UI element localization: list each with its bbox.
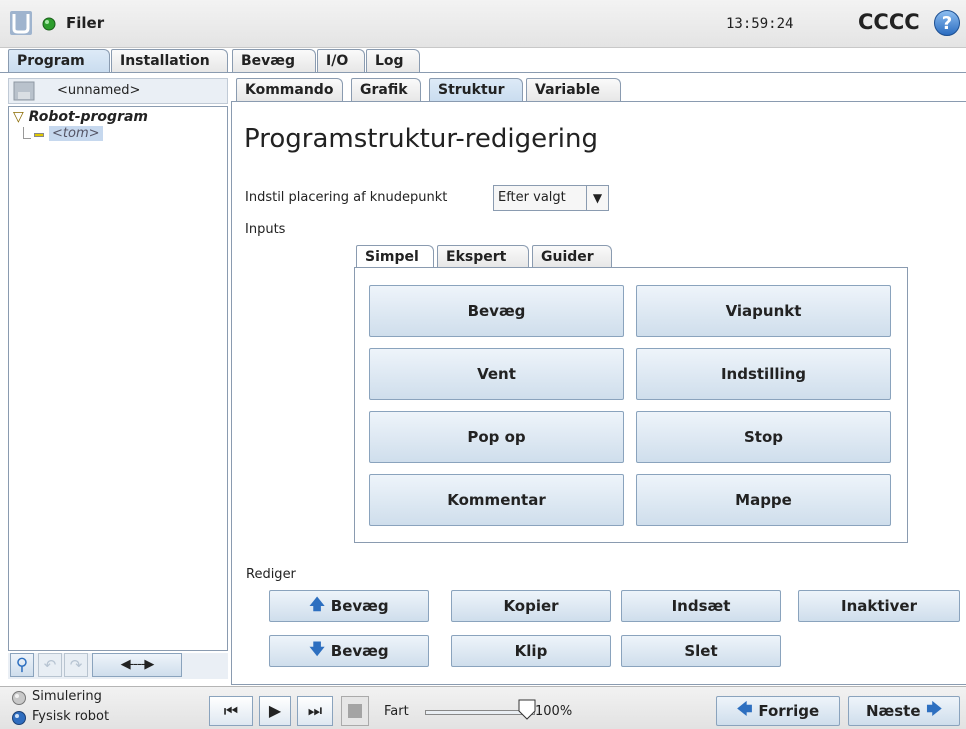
save-icon[interactable] <box>13 81 35 101</box>
status-ok-icon <box>42 17 56 31</box>
delete-button[interactable]: Slet <box>621 635 781 667</box>
speed-value: 100% <box>535 704 573 719</box>
copy-button[interactable]: Kopier <box>451 590 611 622</box>
arrow-up-icon: 🡅 <box>309 594 325 613</box>
next-button[interactable]: Næste 🡆 <box>848 696 960 726</box>
cut-button[interactable]: Klip <box>451 635 611 667</box>
file-name-bar: <unnamed> <box>8 78 228 104</box>
arrow-down-icon: 🡇 <box>309 639 325 658</box>
play-icon[interactable]: ▶ <box>259 696 291 726</box>
tree-toolbar: ⚲ ↶ ↷ ◀----▶ <box>8 653 228 679</box>
simple-commands-panel: Bevæg Viapunkt Vent Indstilling Pop op S… <box>354 267 908 543</box>
redo-icon[interactable]: ↷ <box>64 653 88 677</box>
move-button[interactable]: Bevæg <box>369 285 624 337</box>
physical-robot-radio-icon[interactable] <box>11 710 27 726</box>
physical-robot-label[interactable]: Fysisk robot <box>32 709 109 724</box>
structure-editor: Programstruktur-redigering Indstil place… <box>231 101 966 685</box>
tab-io[interactable]: I/O <box>317 49 365 73</box>
search-icon[interactable]: ⚲ <box>10 653 34 677</box>
arrow-right-icon: 🡆 <box>926 699 943 718</box>
ur-logo-icon <box>10 11 32 35</box>
tab-move[interactable]: Bevæg <box>232 49 316 73</box>
popup-button[interactable]: Pop op <box>369 411 624 463</box>
arrow-left-icon: 🡄 <box>736 699 753 718</box>
next-label: Næste <box>865 702 921 720</box>
tree-root[interactable]: ▽ Robot-program <box>13 109 148 125</box>
help-button[interactable]: ? <box>934 10 960 36</box>
move-down-button[interactable]: 🡇 Bevæg <box>269 635 429 667</box>
expand-triangle-icon[interactable]: ▽ <box>13 109 24 125</box>
simulation-label[interactable]: Simulering <box>32 689 102 704</box>
title-bar: Filer 13:59:24 CCCC ? <box>0 0 966 48</box>
bottom-bar: Simulering Fysisk robot ⏮ ▶ ⏭ Fart 100% … <box>0 686 966 729</box>
user-name: CCCC <box>858 10 920 34</box>
tab-wizards[interactable]: Guider <box>532 245 612 268</box>
clock: 13:59:24 <box>726 16 794 32</box>
tab-installation[interactable]: Installation <box>111 49 228 73</box>
tree-root-label: Robot-program <box>28 109 149 125</box>
skip-back-icon[interactable]: ⏮ <box>209 696 253 726</box>
placement-select[interactable]: Efter valgt ▼ <box>493 185 609 211</box>
placement-value: Efter valgt <box>498 190 566 205</box>
paste-button[interactable]: Indsæt <box>621 590 781 622</box>
tab-variables[interactable]: Variable <box>526 78 621 102</box>
tab-expert[interactable]: Ekspert <box>437 245 529 268</box>
tab-divider <box>0 72 966 73</box>
comment-button[interactable]: Kommentar <box>369 474 624 526</box>
page-title: Programstruktur-redigering <box>244 124 598 154</box>
empty-node-icon <box>34 133 44 137</box>
speed-slider-thumb[interactable] <box>518 699 536 721</box>
stop-button[interactable]: Stop <box>636 411 891 463</box>
tab-simple[interactable]: Simpel <box>356 245 434 268</box>
wait-button[interactable]: Vent <box>369 348 624 400</box>
move-down-label: Bevæg <box>330 642 389 660</box>
tab-graphics[interactable]: Grafik <box>351 78 421 102</box>
tab-program[interactable]: Program <box>8 49 110 73</box>
chevron-down-icon[interactable]: ▼ <box>586 186 608 210</box>
program-tree: ▽ Robot-program <tom> <box>8 106 228 651</box>
edit-label: Rediger <box>246 567 296 582</box>
move-up-label: Bevæg <box>330 597 389 615</box>
waypoint-button[interactable]: Viapunkt <box>636 285 891 337</box>
placement-label: Indstil placering af knudepunkt <box>245 190 448 205</box>
expand-collapse-icon[interactable]: ◀----▶ <box>92 653 182 677</box>
simulation-radio-icon[interactable] <box>11 690 27 706</box>
tab-structure[interactable]: Struktur <box>429 78 523 102</box>
set-button[interactable]: Indstilling <box>636 348 891 400</box>
files-menu[interactable]: Filer <box>66 14 104 32</box>
deactivate-button[interactable]: Inaktiver <box>798 590 960 622</box>
tab-log[interactable]: Log <box>366 49 420 73</box>
tab-command[interactable]: Kommando <box>236 78 343 102</box>
inputs-label: Inputs <box>245 222 286 237</box>
previous-button[interactable]: 🡄 Forrige <box>716 696 840 726</box>
program-name: <unnamed> <box>57 83 141 98</box>
undo-icon[interactable]: ↶ <box>38 653 62 677</box>
move-up-button[interactable]: 🡅 Bevæg <box>269 590 429 622</box>
stop-icon[interactable] <box>341 696 369 726</box>
folder-button[interactable]: Mappe <box>636 474 891 526</box>
tree-connector <box>23 127 31 139</box>
previous-label: Forrige <box>758 702 820 720</box>
tree-empty-node[interactable]: <tom> <box>49 126 103 141</box>
speed-label: Fart <box>384 704 409 719</box>
step-forward-icon[interactable]: ⏭ <box>297 696 333 726</box>
